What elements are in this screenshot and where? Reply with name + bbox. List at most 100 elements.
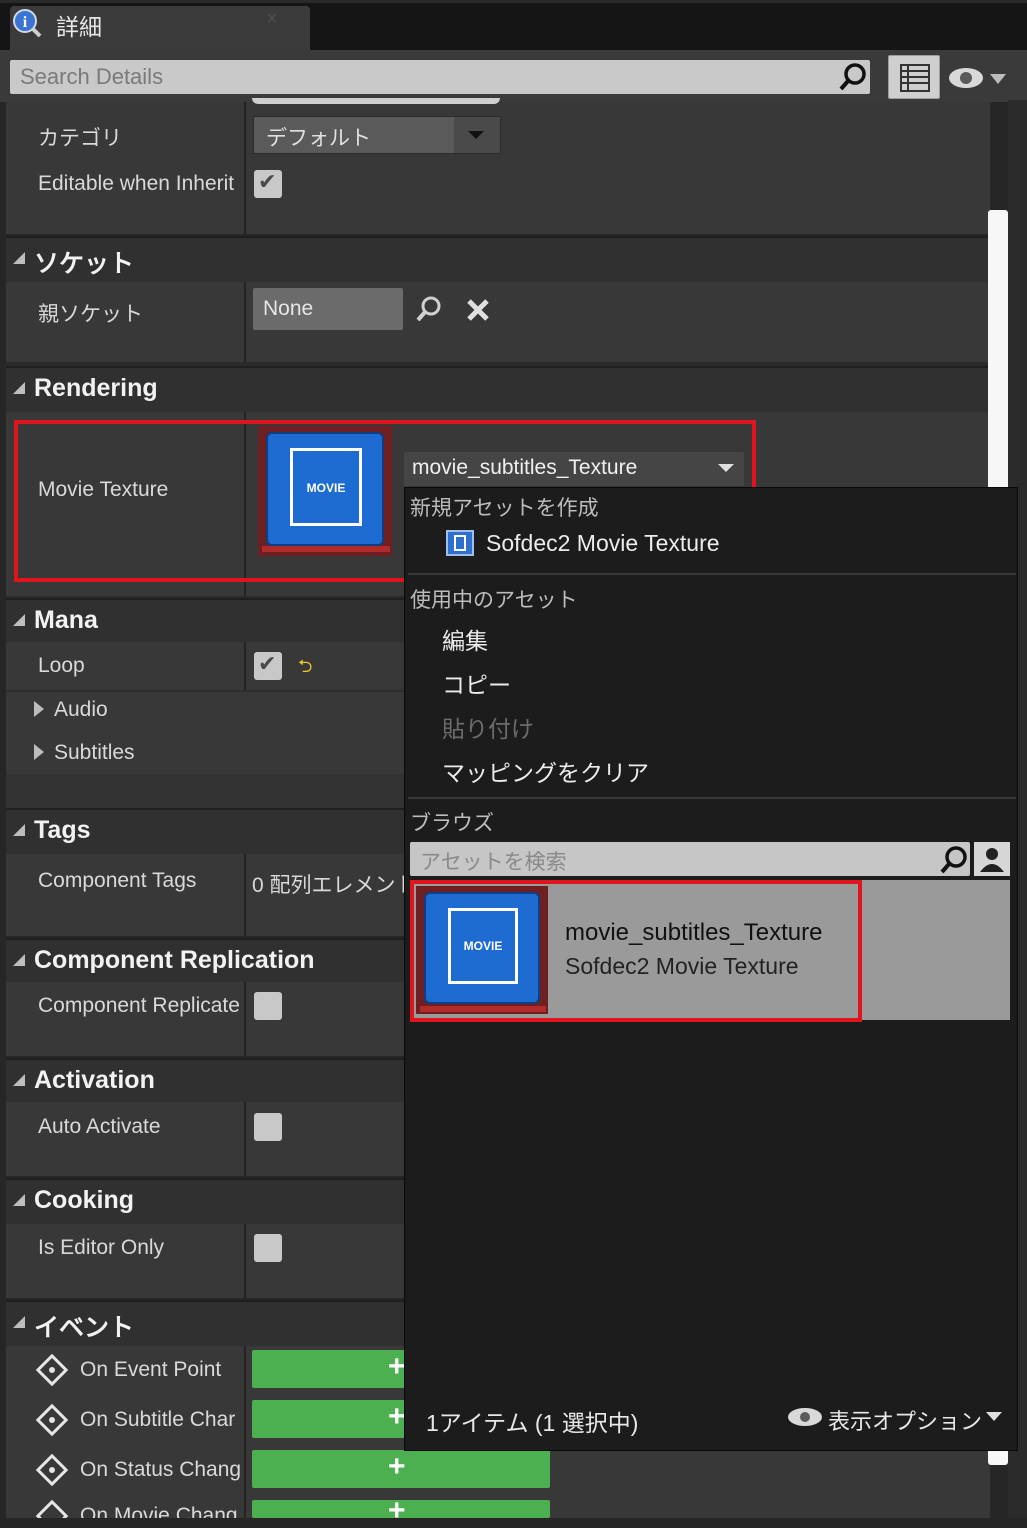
item-count: 1アイテム (1 選択中): [426, 1410, 639, 1436]
column-divider: [244, 1224, 246, 1298]
collapse-arrow-icon: [13, 614, 25, 626]
collapse-arrow-icon: [13, 1074, 25, 1086]
column-divider: [244, 854, 246, 936]
search-icon[interactable]: [938, 842, 970, 876]
event-label: On Status Chang: [80, 1458, 242, 1481]
socket-section: [6, 282, 990, 362]
category-title: ソケット: [34, 250, 135, 278]
menu-paste[interactable]: 貼り付け: [442, 710, 534, 744]
category-label: カテゴリ: [38, 127, 122, 150]
collapse-arrow-icon: [13, 252, 25, 264]
menu-separator: [408, 573, 1016, 575]
collapse-arrow-icon: [13, 1194, 25, 1206]
category-dropdown[interactable]: デフォルト: [253, 116, 501, 154]
create-sofdec2-movie-texture[interactable]: Sofdec2 Movie Texture: [486, 530, 720, 557]
reset-to-default-icon[interactable]: ⮌: [298, 654, 312, 684]
component-tags-value: 0 配列エレメント: [252, 874, 417, 897]
category-title: Tags: [34, 816, 91, 844]
event-node-icon: [35, 1453, 69, 1491]
user-icon: [980, 848, 1004, 872]
property-matrix-button[interactable]: [888, 55, 940, 99]
category-title: Component Replication: [34, 946, 315, 974]
clear-icon[interactable]: [464, 296, 492, 324]
category-dropdown-value: デフォルト: [266, 127, 371, 150]
auto-activate-label: Auto Activate: [38, 1115, 161, 1138]
event-node-icon: [35, 1403, 69, 1441]
row-separator: [6, 690, 406, 692]
component-replicates-checkbox[interactable]: [254, 992, 282, 1020]
category-title: Cooking: [34, 1186, 134, 1214]
chevron-down-icon: [468, 131, 484, 139]
plus-icon: +: [388, 1400, 406, 1433]
details-info-icon: i: [13, 9, 42, 38]
category-title: Mana: [34, 606, 98, 634]
parent-socket-value: None: [263, 297, 314, 320]
menu-separator: [408, 797, 1016, 799]
search-icon[interactable]: [414, 294, 444, 324]
browse-header: ブラウズ: [410, 812, 494, 835]
parent-socket-label: 親ソケット: [38, 303, 143, 326]
editable-when-inherited-checkbox[interactable]: [254, 169, 282, 198]
event-label: On Subtitle Char: [80, 1408, 236, 1431]
tab-title: 詳細: [56, 14, 102, 40]
collapse-arrow-icon: [13, 382, 25, 394]
menu-copy[interactable]: コピー: [442, 666, 511, 700]
column-divider: [244, 1346, 246, 1518]
is-editor-only-checkbox[interactable]: [254, 1234, 282, 1262]
category-title: Activation: [34, 1066, 155, 1094]
subtitles-label[interactable]: Subtitles: [54, 741, 135, 765]
audio-label[interactable]: Audio: [54, 698, 108, 722]
component-replicates-label: Component Replicate: [38, 994, 240, 1017]
details-tab[interactable]: [10, 6, 310, 50]
column-divider: [244, 102, 246, 234]
plus-icon: +: [388, 1450, 406, 1483]
parent-socket-field[interactable]: None: [253, 288, 403, 330]
current-asset-header: 使用中のアセット: [410, 589, 578, 612]
view-options-eye-icon[interactable]: [946, 60, 1010, 96]
tab-close-icon[interactable]: ×: [266, 8, 278, 31]
menu-clear-mapping[interactable]: マッピングをクリア: [442, 754, 649, 788]
collapse-arrow-icon: [13, 1316, 25, 1328]
event-node-icon: [35, 1353, 69, 1391]
category-socket[interactable]: ソケット: [6, 236, 990, 282]
is-editor-only-label: Is Editor Only: [38, 1236, 165, 1259]
category-title: イベント: [34, 1314, 135, 1342]
chevron-down-icon: [986, 1412, 1002, 1421]
auto-activate-checkbox[interactable]: [254, 1113, 282, 1141]
category-title: Rendering: [34, 374, 158, 402]
asset-search-input[interactable]: アセットを検索: [410, 842, 970, 876]
highlight-box-asset: [410, 880, 862, 1022]
plus-icon: +: [388, 1494, 406, 1527]
search-placeholder: Search Details: [20, 64, 164, 89]
column-divider: [244, 1102, 246, 1176]
category-rendering[interactable]: Rendering: [6, 366, 990, 412]
event-node-icon: [35, 1499, 69, 1528]
expand-arrow-icon[interactable]: [34, 744, 44, 760]
add-event-button[interactable]: +: [252, 1494, 550, 1527]
filter-user-button[interactable]: [974, 842, 1010, 876]
svg-text:i: i: [23, 14, 28, 31]
collapse-arrow-icon: [13, 954, 25, 966]
collapse-arrow-icon: [13, 824, 25, 836]
view-options-button[interactable]: 表示オプション: [828, 1404, 982, 1436]
expand-arrow-icon[interactable]: [34, 701, 44, 717]
loop-checkbox[interactable]: [254, 651, 282, 680]
column-divider: [244, 982, 246, 1056]
add-event-button[interactable]: +: [252, 1450, 550, 1488]
previous-field-edge: [252, 98, 500, 104]
column-divider: [244, 642, 246, 690]
editable-when-inherited-label: Editable when Inherit: [38, 172, 235, 195]
grid-list-icon: [900, 64, 930, 92]
column-divider: [244, 282, 246, 362]
loop-label: Loop: [38, 654, 85, 677]
movie-asset-icon: [446, 530, 474, 556]
plus-icon: +: [388, 1350, 406, 1383]
event-label: On Event Point: [80, 1358, 222, 1381]
search-icon[interactable]: [836, 60, 870, 94]
asset-search-placeholder: アセットを検索: [420, 851, 567, 874]
component-tags-label: Component Tags: [38, 869, 197, 892]
menu-edit[interactable]: 編集: [442, 622, 488, 656]
event-label: On Movie Chang: [80, 1504, 238, 1518]
eye-icon: [788, 1408, 822, 1426]
create-asset-header: 新規アセットを作成: [410, 497, 599, 520]
